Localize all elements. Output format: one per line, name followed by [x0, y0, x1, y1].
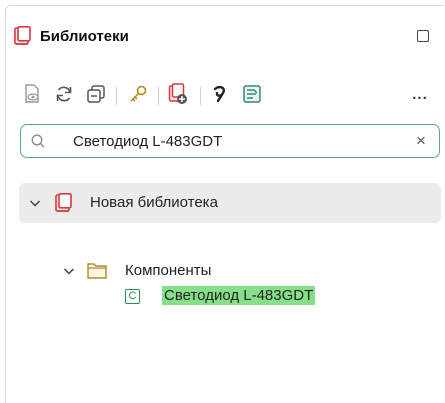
panel-header: Библиотеки [6, 6, 444, 68]
add-library-icon[interactable] [166, 81, 190, 107]
toolbar: ... [6, 81, 444, 111]
symbol-icon[interactable] [208, 81, 232, 107]
chevron-down-icon[interactable] [29, 196, 41, 214]
search-input[interactable] [73, 129, 403, 153]
tree-item-label: Светодиод L-483GDT [162, 286, 316, 305]
footprint-icon[interactable] [240, 81, 264, 107]
tree-item-label: Новая библиотека [90, 194, 218, 211]
toolbar-separator [200, 87, 201, 105]
key-icon[interactable] [126, 81, 150, 107]
more-options-button[interactable]: ... [408, 81, 432, 107]
search-box: × [20, 124, 440, 158]
preview-icon[interactable] [20, 81, 44, 107]
tree-item-component[interactable]: C Светодиод L-483GDT [19, 272, 441, 312]
clear-search-button[interactable]: × [413, 132, 429, 149]
toolbar-separator [158, 87, 159, 105]
maximize-icon[interactable] [417, 30, 429, 42]
collapse-all-icon[interactable] [84, 81, 108, 107]
search-icon [31, 134, 45, 153]
component-icon: C [125, 289, 140, 304]
refresh-icon[interactable] [52, 81, 76, 107]
tree-item-library[interactable]: Новая библиотека [19, 183, 441, 223]
libraries-panel: Библиотеки ... Светодиод L-483GDT × Нова… [5, 5, 444, 403]
library-book-icon [14, 26, 32, 46]
library-book-icon [55, 193, 73, 218]
page-title: Библиотеки [40, 28, 129, 45]
toolbar-separator [116, 87, 117, 105]
